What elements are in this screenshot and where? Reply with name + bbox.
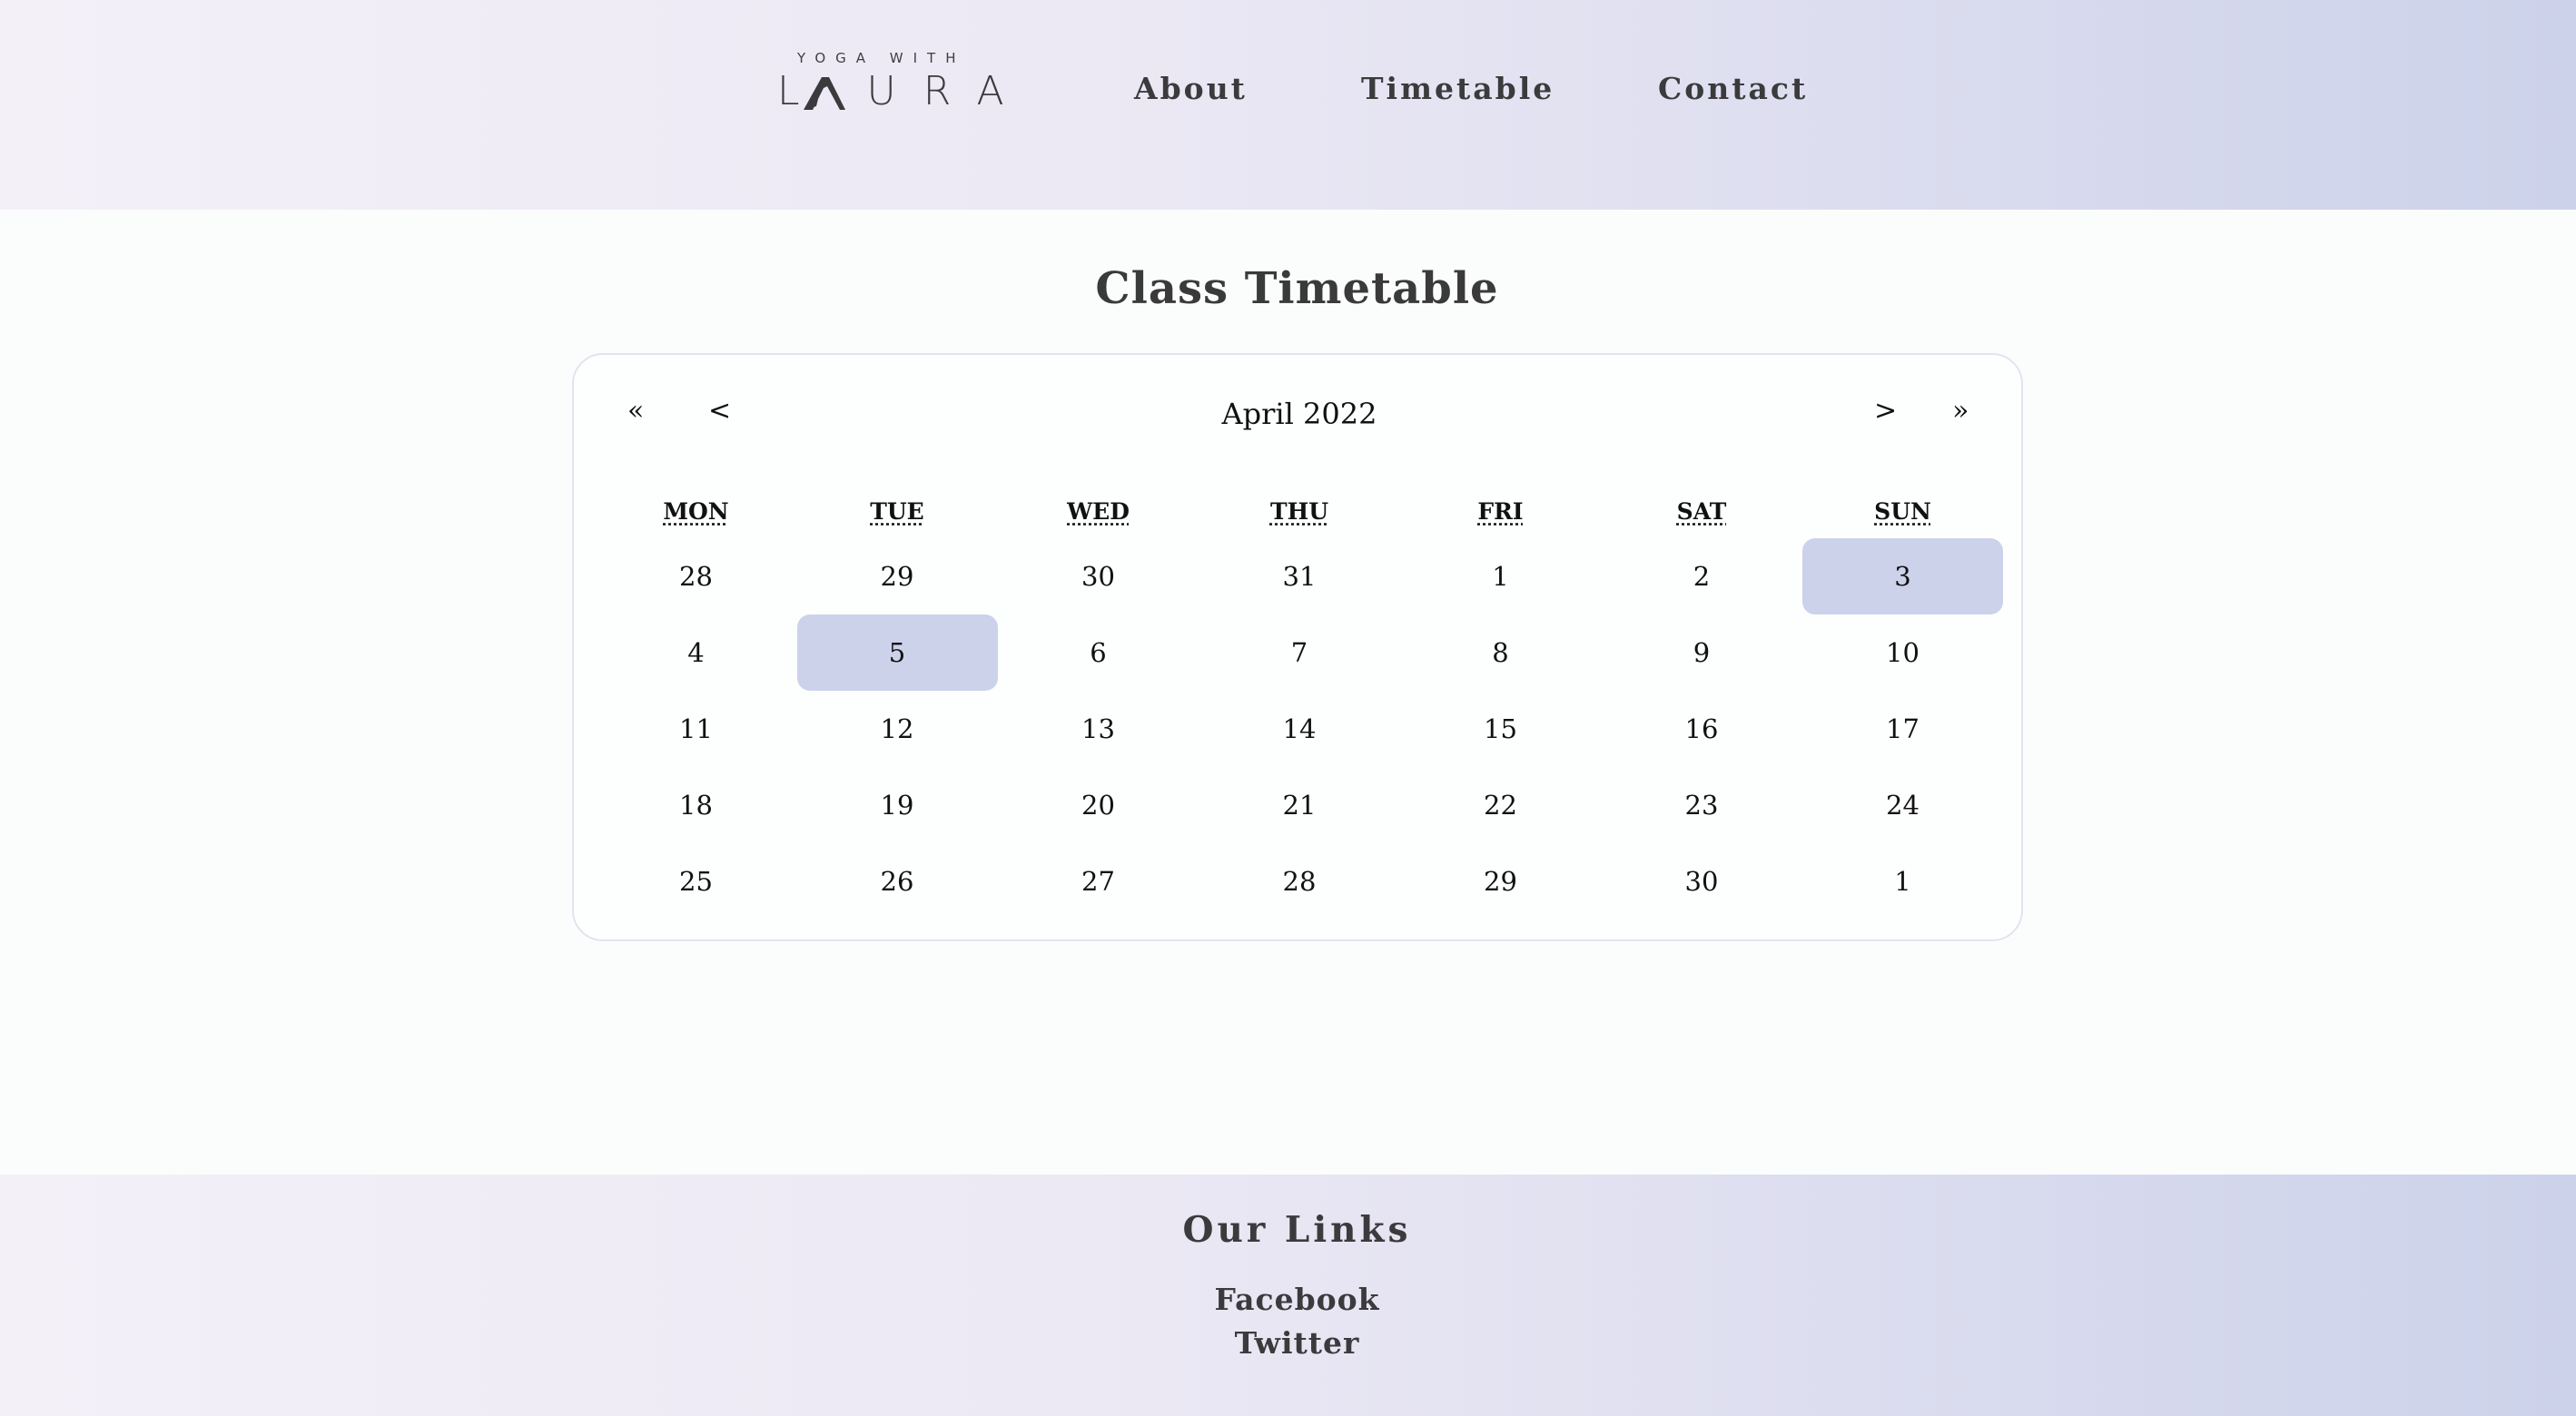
calendar-day[interactable]: 7 xyxy=(1199,615,1400,691)
calendar-day-with-class[interactable]: 3 xyxy=(1802,538,2003,615)
calendar-day[interactable]: 14 xyxy=(1199,691,1400,767)
page-title: Class Timetable xyxy=(1095,263,1499,314)
site-header: YOGA WITH L URA About Timetable Contact xyxy=(0,0,2576,210)
calendar-day[interactable]: 10 xyxy=(1802,615,2003,691)
calendar-day[interactable]: 19 xyxy=(797,767,998,843)
weekday-sun: SUN xyxy=(1874,498,1931,525)
calendar-day[interactable]: 17 xyxy=(1802,691,2003,767)
calendar-day[interactable]: 28 xyxy=(1199,843,1400,919)
calendar-day[interactable]: 1 xyxy=(1400,538,1601,615)
footer-title: Our Links xyxy=(1182,1209,1412,1251)
weekday-sat: SAT xyxy=(1676,498,1727,525)
calendar-day[interactable]: 11 xyxy=(596,691,796,767)
calendar-day[interactable]: 18 xyxy=(596,767,796,843)
calendar-day[interactable]: 24 xyxy=(1802,767,2003,843)
calendar-day[interactable]: 29 xyxy=(797,538,998,615)
calendar-day[interactable]: 28 xyxy=(596,538,796,615)
calendar-day[interactable]: 30 xyxy=(1602,843,1802,919)
weekday-tue: TUE xyxy=(870,498,924,525)
footer-link-facebook: Facebook xyxy=(0,1282,2576,1317)
next-year-button[interactable]: » xyxy=(1952,395,1969,427)
logo-top-text: YOGA WITH xyxy=(797,50,966,66)
calendar-day[interactable]: 31 xyxy=(1199,538,1400,615)
site-footer: Our Links Facebook Twitter xyxy=(0,1175,2576,1416)
footer-link-twitter: Twitter xyxy=(0,1325,2576,1361)
calendar-day[interactable]: 6 xyxy=(998,615,1199,691)
twitter-link[interactable]: Twitter xyxy=(1235,1325,1360,1361)
calendar-day[interactable]: 22 xyxy=(1400,767,1601,843)
calendar-day[interactable]: 27 xyxy=(998,843,1199,919)
calendar-day[interactable]: 25 xyxy=(596,843,796,919)
calendar-day[interactable]: 4 xyxy=(596,615,796,691)
nav-about[interactable]: About xyxy=(1134,71,1248,106)
main-nav: About Timetable Contact xyxy=(0,71,2576,111)
calendar-day[interactable]: 12 xyxy=(797,691,998,767)
calendar-day[interactable]: 13 xyxy=(998,691,1199,767)
calendar-day[interactable]: 9 xyxy=(1602,615,1802,691)
calendar-day[interactable]: 20 xyxy=(998,767,1199,843)
nav-timetable[interactable]: Timetable xyxy=(1361,71,1554,106)
facebook-link[interactable]: Facebook xyxy=(1214,1282,1379,1317)
weekday-fri: FRI xyxy=(1477,498,1524,525)
calendar-day[interactable]: 23 xyxy=(1602,767,1802,843)
weekday-wed: WED xyxy=(1067,498,1130,525)
calendar-day[interactable]: 29 xyxy=(1400,843,1601,919)
calendar-day[interactable]: 2 xyxy=(1602,538,1802,615)
next-month-button[interactable]: > xyxy=(1874,395,1897,427)
nav-contact[interactable]: Contact xyxy=(1658,71,1808,106)
weekday-mon: MON xyxy=(663,498,729,525)
calendar-day[interactable]: 15 xyxy=(1400,691,1601,767)
calendar: « < April 2022 > » MON TUE WED THU FRI SAT SUN… xyxy=(572,353,2023,941)
calendar-day[interactable]: 30 xyxy=(998,538,1199,615)
calendar-day[interactable]: 21 xyxy=(1199,767,1400,843)
calendar-day[interactable]: 1 xyxy=(1802,843,2003,919)
calendar-day-with-class[interactable]: 5 xyxy=(796,615,998,691)
weekday-thu: THU xyxy=(1269,498,1329,525)
calendar-day[interactable]: 8 xyxy=(1400,615,1601,691)
calendar-day[interactable]: 26 xyxy=(797,843,998,919)
calendar-day[interactable]: 16 xyxy=(1602,691,1802,767)
calendar-month-label[interactable]: April 2022 xyxy=(574,397,2025,431)
